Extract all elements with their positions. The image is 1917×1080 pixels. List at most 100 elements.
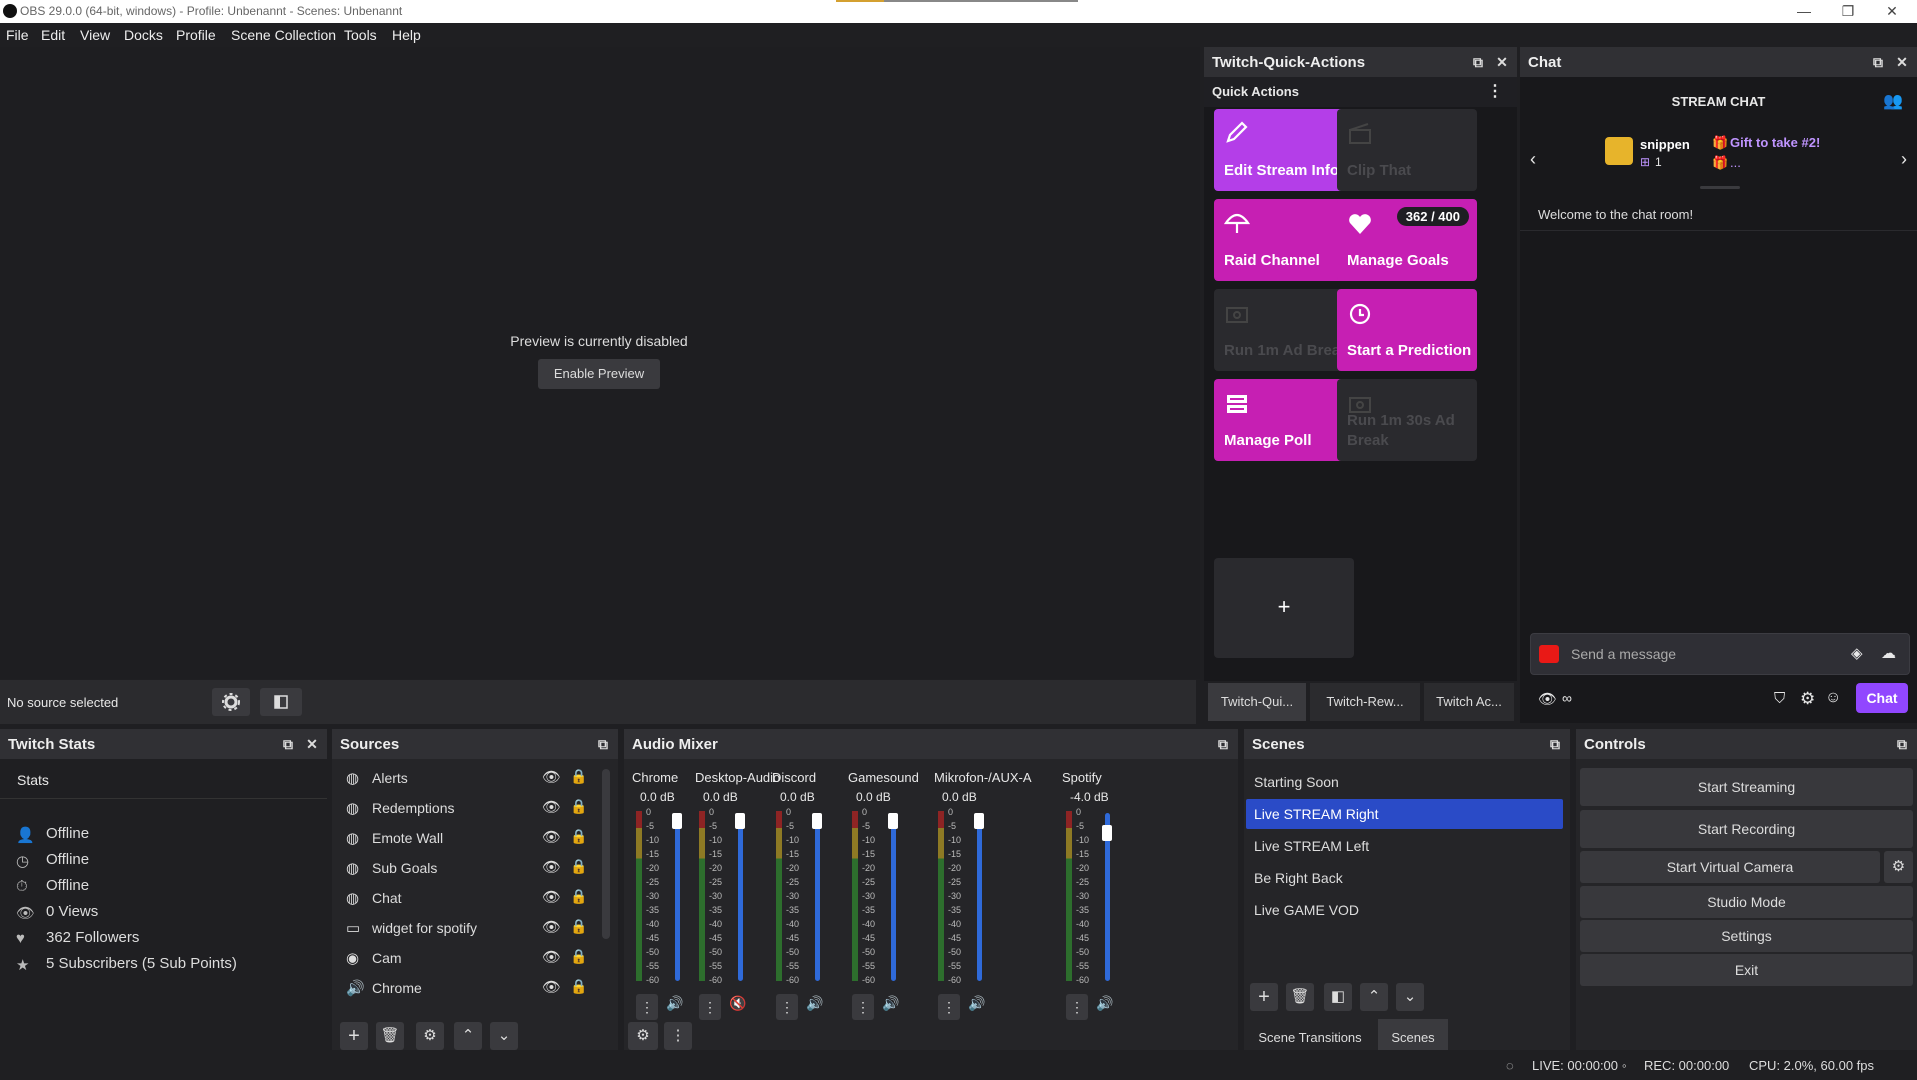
source-settings-button[interactable]: ⚙ [416, 1022, 444, 1050]
channel-menu-button[interactable]: ⋮ [699, 994, 721, 1020]
volume-slider-handle[interactable] [974, 813, 984, 829]
scene-up-button[interactable]: ⌃ [1360, 983, 1388, 1011]
speaker-icon[interactable]: 🔊 [882, 995, 899, 1012]
scene-item[interactable]: Be Right Back [1246, 863, 1563, 893]
settings-gear-icon[interactable]: ⚙ [1800, 689, 1815, 709]
source-properties-button[interactable] [212, 688, 250, 716]
volume-slider-handle[interactable] [812, 813, 822, 829]
speaker-icon[interactable]: 🔊 [1096, 995, 1113, 1012]
settings-button[interactable]: Settings [1580, 920, 1913, 952]
chevron-right-icon[interactable]: › [1901, 149, 1907, 170]
menu-help[interactable]: Help [392, 27, 421, 43]
quick-action-raid-channel[interactable]: Raid Channel [1214, 199, 1354, 281]
studio-mode-button[interactable]: Studio Mode [1580, 886, 1913, 918]
mixer-menu-button[interactable]: ⋮ [664, 1022, 692, 1050]
visibility-eye-icon[interactable]: 👁 [542, 948, 561, 966]
lock-icon[interactable]: 🔒 [570, 828, 587, 845]
scene-down-button[interactable]: ⌄ [1396, 983, 1424, 1011]
source-item[interactable]: 🔊 Chrome 👁 🔒 [332, 973, 597, 1003]
source-item[interactable]: ◉ Cam 👁 🔒 [332, 943, 597, 973]
speaker-icon[interactable]: 🔊 [806, 995, 823, 1012]
volume-slider[interactable] [815, 813, 820, 981]
undock-icon[interactable]: ⧉ [1893, 735, 1911, 753]
speaker-icon[interactable]: 🔊 [968, 995, 985, 1012]
visibility-eye-icon[interactable]: 👁 [542, 768, 561, 786]
volume-slider[interactable] [977, 813, 982, 981]
start-virtual-camera-button[interactable]: Start Virtual Camera [1580, 851, 1880, 883]
shield-icon[interactable]: ⛉ [1774, 690, 1785, 707]
add-source-button[interactable]: + [340, 1022, 368, 1050]
channel-menu-button[interactable]: ⋮ [1066, 994, 1088, 1020]
volume-slider[interactable] [675, 813, 680, 981]
lock-icon[interactable]: 🔒 [570, 768, 587, 785]
scene-item[interactable]: Starting Soon [1246, 767, 1563, 797]
chat-input[interactable]: Send a message ◈ ☁ [1530, 633, 1910, 675]
volume-slider-handle[interactable] [672, 813, 682, 829]
chevron-left-icon[interactable]: ‹ [1530, 149, 1536, 170]
lock-icon[interactable]: 🔒 [570, 948, 587, 965]
visibility-eye-icon[interactable]: 👁 [542, 978, 561, 996]
volume-slider-handle[interactable] [735, 813, 745, 829]
add-quick-action-button[interactable]: + [1214, 558, 1354, 658]
undock-icon[interactable]: ⧉ [1546, 735, 1564, 753]
volume-slider-handle[interactable] [888, 813, 898, 829]
visibility-eye-icon[interactable]: 👁 [542, 918, 561, 936]
minimize-button[interactable]: — [1784, 2, 1824, 20]
quick-action-manage-goals[interactable]: 362 / 400 Manage Goals [1337, 199, 1477, 281]
remove-scene-button[interactable]: 🗑 [1286, 983, 1314, 1011]
more-vertical-icon[interactable]: ⋮ [1487, 81, 1503, 101]
visibility-eye-icon[interactable]: 👁 [542, 798, 561, 816]
channel-menu-button[interactable]: ⋮ [852, 994, 874, 1020]
visibility-eye-icon[interactable]: 👁 [542, 858, 561, 876]
close-icon[interactable]: ✕ [1893, 53, 1911, 71]
scene-item[interactable]: Live GAME VOD [1246, 895, 1563, 925]
gift-text[interactable]: Gift to take #2! [1730, 135, 1820, 150]
move-down-button[interactable]: ⌄ [490, 1022, 518, 1050]
source-filters-button[interactable] [260, 688, 302, 716]
source-item[interactable]: ◍ Redemptions 👁 🔒 [332, 793, 597, 823]
tab-twitch-rewards[interactable]: Twitch-Rew... [1310, 683, 1420, 721]
virtual-camera-settings-icon[interactable]: ⚙ [1884, 851, 1913, 883]
quick-action-manage-poll[interactable]: Manage Poll [1214, 379, 1354, 461]
muted-speaker-icon[interactable]: 🔇 [729, 995, 746, 1012]
menu-file[interactable]: File [6, 27, 29, 43]
lock-icon[interactable]: 🔒 [570, 888, 587, 905]
source-item[interactable]: ◍ Chat 👁 🔒 [332, 883, 597, 913]
enable-preview-button[interactable]: Enable Preview [538, 359, 660, 389]
channel-menu-button[interactable]: ⋮ [776, 994, 798, 1020]
lock-icon[interactable]: 🔒 [570, 978, 587, 995]
smiley-icon[interactable]: ☺ [1825, 689, 1841, 707]
undock-icon[interactable]: ⧉ [1469, 53, 1487, 71]
restore-button[interactable]: ❐ [1828, 2, 1868, 20]
volume-slider[interactable] [738, 813, 743, 981]
tab-twitch-quick-actions[interactable]: Twitch-Qui... [1208, 683, 1306, 721]
lock-icon[interactable]: 🔒 [570, 858, 587, 875]
start-recording-button[interactable]: Start Recording [1580, 810, 1913, 848]
source-item[interactable]: ◍ Emote Wall 👁 🔒 [332, 823, 597, 853]
channel-menu-button[interactable]: ⋮ [938, 994, 960, 1020]
undock-icon[interactable]: ⧉ [594, 735, 612, 753]
volume-slider[interactable] [891, 813, 896, 981]
exit-button[interactable]: Exit [1580, 954, 1913, 986]
advanced-audio-button[interactable]: ⚙ [628, 1022, 658, 1050]
close-icon[interactable]: ✕ [1493, 53, 1511, 71]
move-up-button[interactable]: ⌃ [454, 1022, 482, 1050]
close-window-button[interactable]: ✕ [1872, 2, 1912, 20]
undock-icon[interactable]: ⧉ [1214, 735, 1232, 753]
menu-view[interactable]: View [80, 27, 110, 43]
stats-tab[interactable]: Stats [17, 772, 49, 788]
scene-filters-button[interactable]: ◧ [1324, 983, 1352, 1011]
source-item[interactable]: ◍ Sub Goals 👁 🔒 [332, 853, 597, 883]
community-icon[interactable]: 👥 [1883, 91, 1903, 111]
menu-tools[interactable]: Tools [344, 27, 377, 43]
close-icon[interactable]: ✕ [303, 735, 321, 753]
start-streaming-button[interactable]: Start Streaming [1580, 768, 1913, 806]
channel-menu-button[interactable]: ⋮ [636, 994, 658, 1020]
quick-action-start-a-prediction[interactable]: Start a Prediction [1337, 289, 1477, 371]
lock-icon[interactable]: 🔒 [570, 798, 587, 815]
undock-icon[interactable]: ⧉ [279, 735, 297, 753]
scene-item[interactable]: Live STREAM Right [1246, 799, 1563, 829]
quick-action-run-1m-30s-ad-break[interactable]: Run 1m 30s Ad Break [1337, 379, 1477, 461]
quick-action-run-1m-ad-break[interactable]: Run 1m Ad Break [1214, 289, 1354, 371]
menu-profile[interactable]: Profile [176, 27, 216, 43]
